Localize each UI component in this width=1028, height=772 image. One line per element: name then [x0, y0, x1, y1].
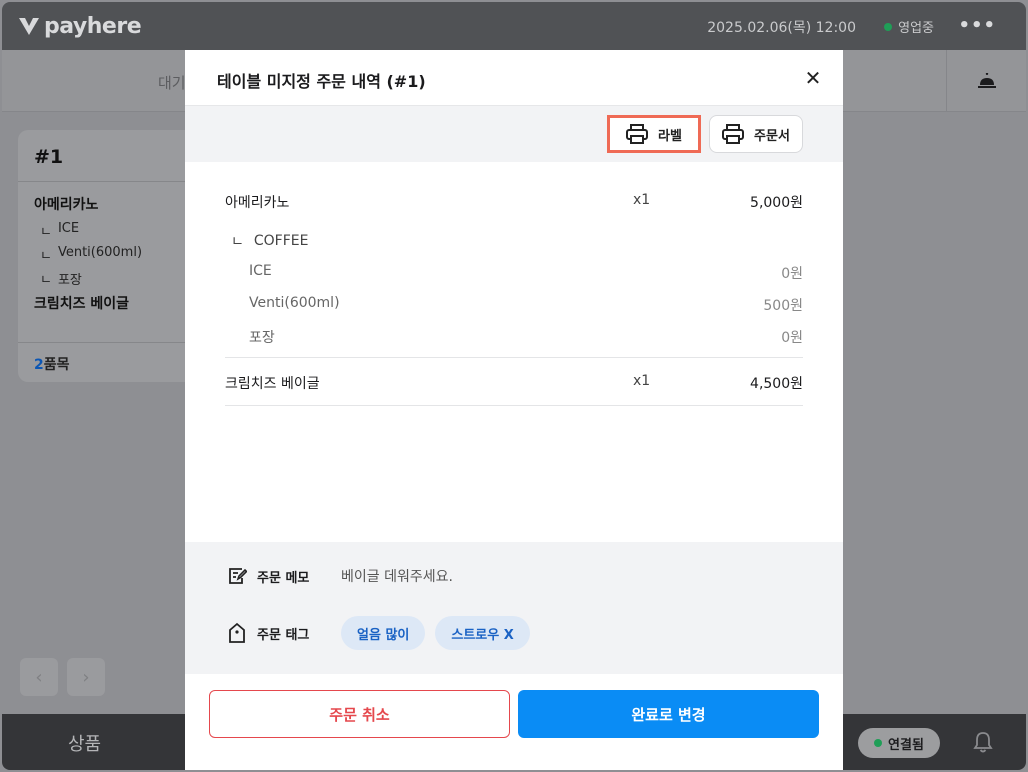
- option-label: Venti(600ml): [57, 245, 143, 260]
- tag-chip: 얼음 많이: [341, 616, 426, 650]
- chevron-left-icon: ‹: [35, 666, 43, 688]
- modal-header: 테이블 미지정 주문 내역 (#1) ✕: [185, 50, 843, 106]
- card-item-name: 크림치즈 베이글: [34, 296, 130, 312]
- order-card[interactable]: #1 아메리카노 ㄴ ICE ㄴ Venti(600ml) ㄴ 포장 크림치즈 베이글…: [18, 130, 198, 382]
- order-item: 아메리카노 x1 5,000원: [225, 192, 803, 212]
- logo: payhere: [18, 12, 142, 40]
- printer-icon: [722, 124, 745, 144]
- category-prefix: ㄴ: [231, 234, 244, 250]
- modal-title: 테이블 미지정 주문 내역 (#1): [217, 72, 426, 91]
- option-name: Venti(600ml): [249, 295, 340, 311]
- option-prefix: ㄴ: [40, 225, 52, 240]
- item-count-number: 2: [34, 357, 44, 373]
- item-qty: x1: [633, 373, 651, 389]
- print-toolbar: 라벨 주문서: [185, 106, 843, 162]
- order-item: 크림치즈 베이글 x1 4,500원: [225, 373, 803, 393]
- print-label-button[interactable]: 라벨: [607, 115, 701, 153]
- item-name: 아메리카노: [225, 195, 290, 211]
- item-qty: x1: [633, 192, 651, 208]
- option-prefix: ㄴ: [40, 249, 52, 264]
- print-order-sheet-text: 주문서: [754, 128, 790, 144]
- top-bar: payhere 2025.02.06(목) 12:00 영업중 •••: [2, 2, 1026, 50]
- connection-badge: 연결됨: [858, 728, 940, 758]
- tag-chip: 스트로우 X: [435, 616, 530, 650]
- more-icon[interactable]: •••: [958, 15, 996, 36]
- memo-section: 주문 메모 베이글 데워주세요. 주문 태그 얼음 많이 스트로우 X: [185, 542, 843, 674]
- item-name: 크림치즈 베이글: [225, 376, 320, 392]
- item-option: 포장 0원: [225, 327, 803, 347]
- option-label: 포장: [57, 273, 82, 288]
- next-page-button[interactable]: ›: [67, 658, 105, 696]
- logo-text: payhere: [44, 13, 142, 39]
- tab-products[interactable]: 상품: [68, 730, 101, 756]
- divider: [18, 181, 198, 182]
- connection-label: 연결됨: [888, 737, 924, 753]
- card-item-name: 아메리카노: [34, 197, 99, 213]
- item-count-unit: 품목: [43, 357, 70, 373]
- option-prefix: ㄴ: [40, 273, 52, 288]
- item-option: Venti(600ml) 500원: [225, 295, 803, 315]
- memo-text: 베이글 데워주세요.: [341, 569, 453, 585]
- card-item-option: ㄴ 포장: [40, 269, 82, 288]
- business-status: 영업중: [884, 17, 934, 36]
- bell-icon: [973, 732, 993, 753]
- item-price: 4,500원: [750, 376, 803, 392]
- tag-icon: [229, 622, 245, 643]
- print-order-sheet-button[interactable]: 주문서: [709, 115, 803, 153]
- option-price: 500원: [763, 298, 803, 314]
- cancel-order-button[interactable]: 주문 취소: [209, 690, 510, 738]
- prev-page-button[interactable]: ‹: [20, 658, 58, 696]
- memo-label: 주문 메모: [257, 570, 310, 586]
- item-price: 5,000원: [750, 195, 803, 211]
- tag-label: 주문 태그: [257, 627, 310, 643]
- printer-icon: [626, 124, 649, 144]
- tab-waiting[interactable]: 대기: [158, 72, 186, 93]
- divider: [225, 405, 803, 406]
- close-icon[interactable]: ✕: [801, 66, 825, 90]
- payhere-logo-icon: [19, 18, 39, 35]
- item-category: ㄴ COFFEE: [231, 231, 308, 251]
- business-status-label: 영업중: [898, 21, 934, 36]
- option-price: 0원: [781, 330, 803, 346]
- item-option: ICE 0원: [225, 263, 803, 283]
- status-dot-icon: [884, 22, 893, 31]
- card-item-option: ㄴ ICE: [40, 221, 79, 240]
- connection-dot-icon: [874, 739, 883, 747]
- category-label: COFFEE: [253, 233, 309, 249]
- modal-footer: 주문 취소 완료로 변경: [185, 674, 843, 770]
- datetime: 2025.02.06(목) 12:00: [707, 20, 856, 36]
- order-tags: 주문 태그 얼음 많이 스트로우 X: [227, 616, 530, 650]
- print-label-text: 라벨: [658, 128, 682, 144]
- call-bell-icon: [977, 73, 996, 88]
- item-count: 2품목: [34, 354, 70, 374]
- divider: [18, 342, 198, 343]
- chevron-right-icon: ›: [82, 666, 90, 688]
- divider: [225, 357, 803, 358]
- order-number: #1: [34, 146, 64, 168]
- option-price: 0원: [781, 266, 803, 282]
- notification-button[interactable]: [972, 730, 994, 758]
- order-detail-modal: 테이블 미지정 주문 내역 (#1) ✕ 라벨 주문서 아메리카노 x1 5,0…: [185, 50, 843, 770]
- order-memo: 주문 메모 베이글 데워주세요.: [227, 566, 453, 586]
- memo-edit-icon: [229, 568, 247, 584]
- mark-complete-button[interactable]: 완료로 변경: [518, 690, 819, 738]
- option-label: ICE: [57, 221, 80, 236]
- card-item-option: ㄴ Venti(600ml): [40, 245, 142, 264]
- option-name: 포장: [249, 330, 275, 346]
- option-name: ICE: [249, 263, 272, 279]
- call-bell-button[interactable]: [946, 50, 1026, 112]
